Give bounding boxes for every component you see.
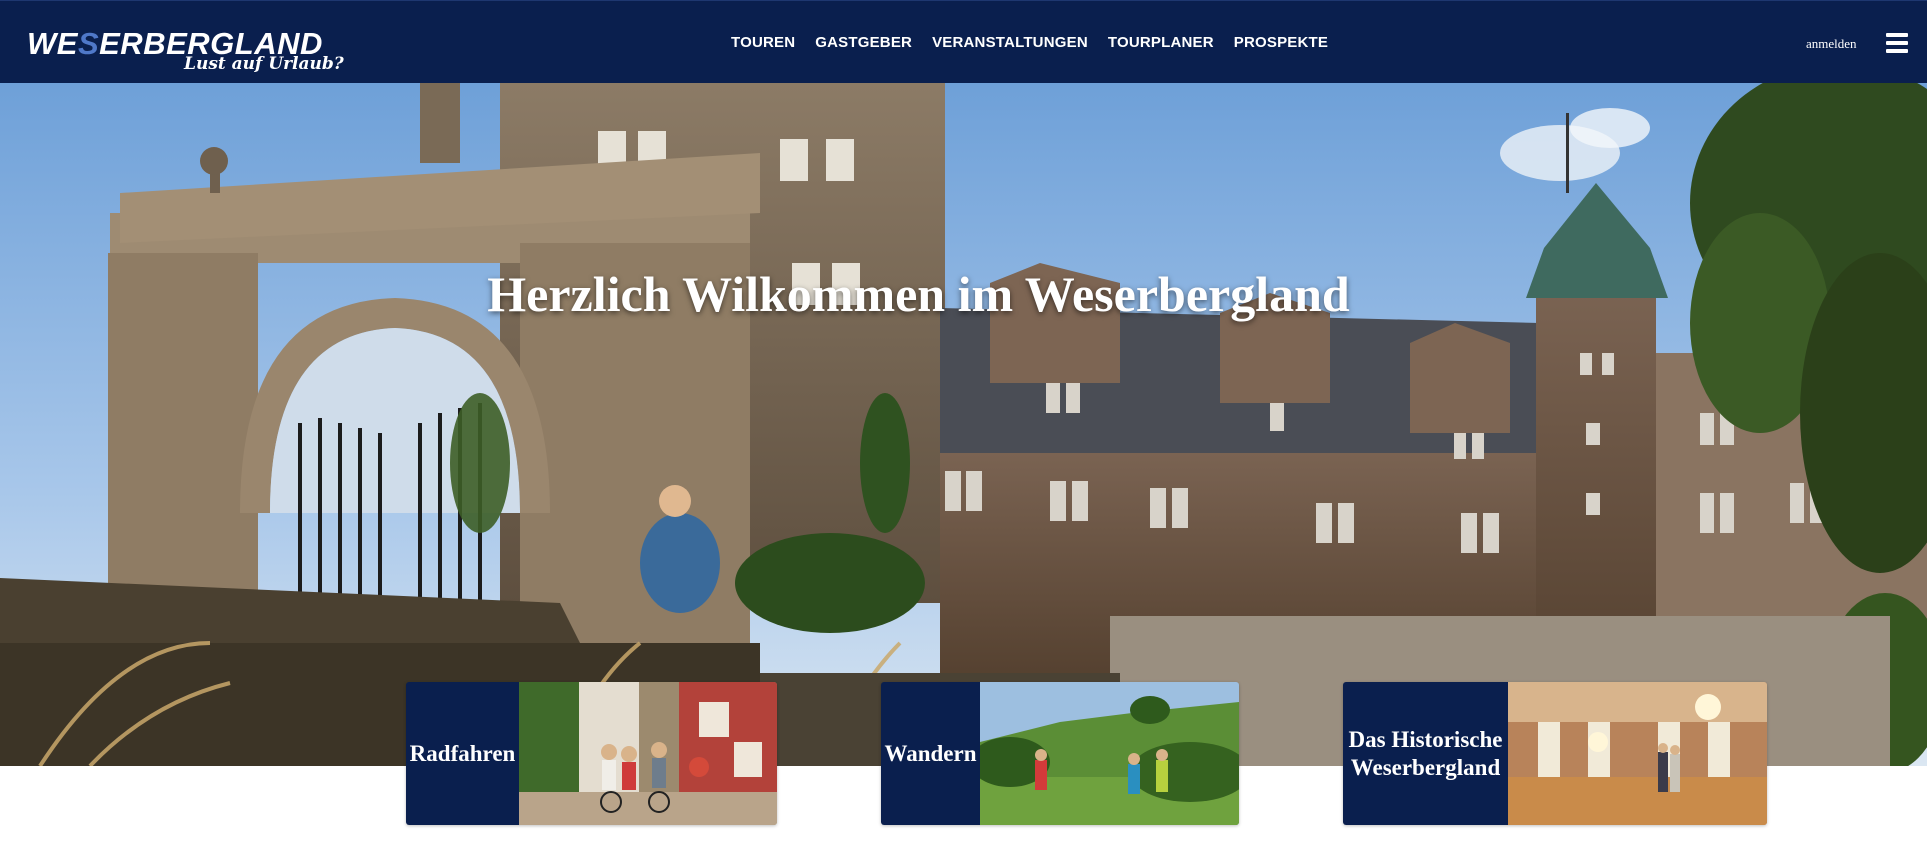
nav-item-touren[interactable]: TOUREN — [731, 34, 795, 51]
nav-item-prospekte[interactable]: PROSPEKTE — [1234, 34, 1328, 51]
top-navigation-bar: WESERBERGLAND Lust auf Urlaub? TOUREN GA… — [0, 0, 1927, 83]
nav-item-gastgeber[interactable]: GASTGEBER — [815, 34, 912, 51]
teaser-label-box: Wandern — [881, 682, 980, 825]
cycling-photo — [519, 682, 777, 825]
hero-castle-image — [0, 83, 1927, 766]
nav-item-veranstaltungen[interactable]: VERANSTALTUNGEN — [932, 34, 1088, 51]
teaser-tile-wandern[interactable]: Wandern — [881, 682, 1239, 825]
castle-hall-photo — [1508, 682, 1767, 825]
hamburger-menu-icon[interactable] — [1886, 33, 1908, 53]
teaser-label-box: Das Historische Weserbergland — [1343, 682, 1508, 825]
hero-banner: Herzlich Wilkommen im Weserbergland — [0, 83, 1927, 766]
teaser-tile-radfahren[interactable]: Radfahren — [406, 682, 777, 825]
hero-title: Herzlich Wilkommen im Weserbergland — [487, 266, 1350, 322]
teaser-label: Wandern — [884, 740, 977, 766]
weserbergland-logo[interactable]: WESERBERGLAND Lust auf Urlaub? — [27, 27, 344, 79]
hiking-photo — [980, 682, 1239, 825]
nav-item-tourplaner[interactable]: TOURPLANER — [1108, 34, 1214, 51]
teaser-label-box: Radfahren — [406, 682, 519, 825]
teaser-label: Das Historische Weserbergland — [1348, 726, 1503, 780]
teaser-tile-historisches-weserbergland[interactable]: Das Historische Weserbergland — [1343, 682, 1767, 825]
teaser-label: Radfahren — [409, 740, 516, 766]
main-nav: TOUREN GASTGEBER VERANSTALTUNGEN TOURPLA… — [731, 34, 1328, 51]
login-link[interactable]: anmelden — [1806, 36, 1857, 52]
logo-tagline: Lust auf Urlaub? — [184, 54, 344, 74]
